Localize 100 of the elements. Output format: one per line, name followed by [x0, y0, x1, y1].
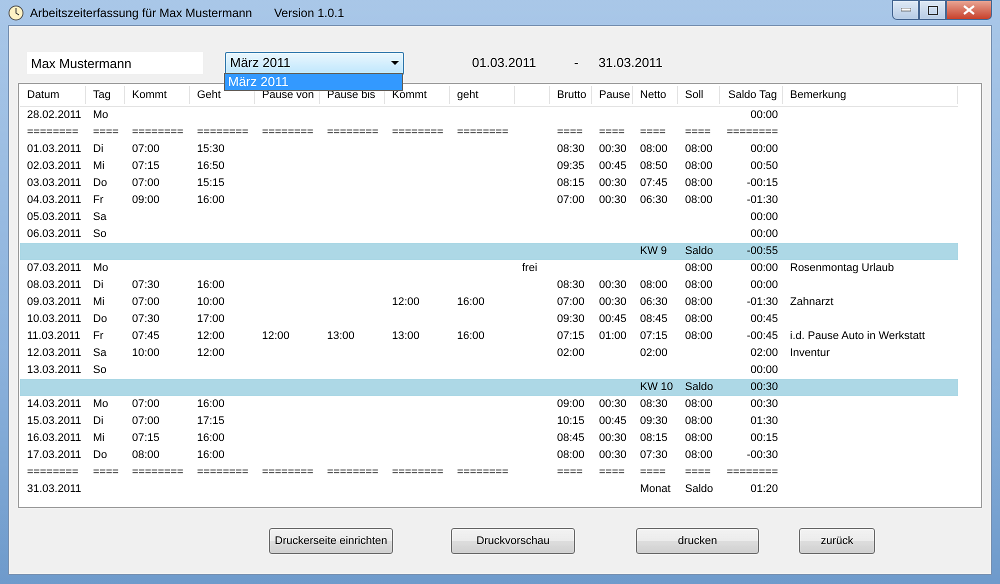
column-header[interactable]: Bemerkung: [790, 89, 846, 101]
table-cell: 08:45: [557, 432, 585, 444]
column-header[interactable]: Saldo Tag: [728, 89, 777, 101]
action-button[interactable]: Druckvorschau: [451, 528, 575, 554]
table-cell: 07:30: [132, 279, 160, 292]
table-cell: Do: [93, 313, 108, 326]
table-cell: ========: [262, 466, 314, 478]
table-cell: 00:45: [599, 415, 627, 428]
period-separator: -: [574, 54, 578, 72]
table-cell: 00:30: [599, 296, 627, 308]
window-title: Arbeitszeiterfassung für Max Mustermann: [30, 4, 252, 22]
table-cell: -01:30: [746, 194, 778, 206]
table-cell: 17.03.2011: [27, 449, 82, 462]
table-cell: 12.03.2011: [27, 347, 82, 360]
table-cell: 00:00: [750, 143, 778, 156]
table-cell: Mo: [93, 398, 108, 410]
table-cell: 07:00: [132, 415, 160, 428]
table-cell: ====: [557, 126, 583, 138]
table-cell: 17:00: [197, 313, 225, 326]
caret-icon: [391, 61, 399, 65]
table-cell: 12:00: [197, 330, 225, 342]
table-cell: 10:15: [557, 415, 585, 428]
table-cell: 06:30: [640, 296, 668, 308]
table-cell: ========: [132, 126, 184, 138]
table-cell: 15:30: [197, 143, 225, 156]
table-cell: 08.03.2011: [27, 279, 82, 292]
action-button[interactable]: Druckerseite einrichten: [269, 528, 393, 554]
column-header[interactable]: Kommt: [132, 89, 167, 101]
table-cell: 08:00: [685, 330, 713, 342]
table-cell: -00:30: [746, 449, 778, 462]
table-cell: 28.02.2011: [27, 109, 82, 122]
month-dropdown[interactable]: März 2011: [225, 52, 404, 74]
table-cell: 12:00: [262, 330, 290, 342]
table-cell: 08:45: [640, 313, 668, 326]
column-header[interactable]: Kommt: [392, 89, 427, 101]
employee-name-field[interactable]: Max Mustermann: [27, 52, 203, 74]
table-cell: ========: [327, 466, 378, 478]
table-cell: 08:00: [685, 449, 713, 462]
column-header[interactable]: Tag: [93, 89, 111, 101]
column-header[interactable]: Pause von: [262, 89, 314, 101]
table-cell: ====: [685, 466, 711, 478]
table-cell: ========: [197, 466, 248, 478]
table-cell: KW 10: [640, 381, 674, 394]
table-cell: 07:15: [132, 160, 160, 172]
column-header[interactable]: Pause: [599, 89, 630, 101]
table-cell: 00:15: [750, 432, 778, 444]
table-cell: Inventur: [790, 347, 830, 360]
table-cell: ========: [457, 126, 508, 138]
table-cell: 10:00: [197, 296, 225, 308]
table-cell: ========: [726, 466, 778, 478]
minimize-icon: [900, 8, 910, 12]
maximize-button[interactable]: [919, 0, 946, 20]
table-cell: 07:15: [557, 330, 585, 342]
table-cell: 08:30: [640, 398, 668, 410]
table-cell: Zahnarzt: [790, 296, 834, 308]
period-start-date: 01.03.2011: [472, 54, 536, 72]
action-button[interactable]: zurück: [799, 528, 875, 554]
table-cell: 01:00: [599, 330, 627, 342]
column-header[interactable]: Netto: [640, 89, 666, 101]
close-button[interactable]: [946, 0, 992, 20]
table-cell: 08:00: [685, 279, 713, 292]
action-button[interactable]: drucken: [636, 528, 759, 554]
table-cell: 08:00: [557, 449, 585, 462]
column-header[interactable]: Soll: [685, 89, 704, 101]
table-cell: 08:15: [557, 177, 585, 190]
column-header[interactable]: geht: [457, 89, 478, 101]
table-cell: 08:00: [685, 398, 713, 410]
table-cell: 00:30: [750, 381, 778, 394]
table-cell: 13:00: [327, 330, 355, 342]
table-cell: 01.03.2011: [27, 143, 82, 156]
table-cell: 05.03.2011: [27, 211, 82, 224]
table-cell: 07:30: [640, 449, 668, 462]
table-cell: 17:15: [197, 415, 225, 428]
table-cell: ====: [640, 126, 666, 138]
column-header[interactable]: Geht: [197, 89, 221, 101]
table-cell: 03.03.2011: [27, 177, 82, 190]
table-cell: 01:20: [750, 483, 778, 496]
table-cell: 04.03.2011: [27, 194, 82, 206]
table-cell: 07:00: [557, 296, 585, 308]
clock-icon: [8, 4, 24, 20]
table-cell: 12:00: [392, 296, 420, 308]
table-cell: 09:35: [557, 160, 585, 172]
column-header[interactable]: Datum: [27, 89, 60, 101]
table-cell: 08:30: [557, 279, 585, 292]
table-cell: 00:30: [599, 432, 627, 444]
maximize-icon: [928, 6, 938, 14]
table-cell: 00:30: [599, 177, 627, 190]
table-cell: Monat: [640, 483, 671, 496]
column-header[interactable]: Brutto: [557, 89, 586, 101]
table-cell: Rosenmontag Urlaub: [790, 262, 894, 274]
table-cell: -00:15: [746, 177, 778, 190]
table-cell: Do: [93, 449, 108, 462]
table-cell: Di: [93, 415, 104, 428]
table-cell: -01:30: [746, 296, 778, 308]
table-cell: 00:00: [750, 109, 778, 122]
table-cell: 08:00: [685, 194, 713, 206]
table-cell: i.d. Pause Auto in Werkstatt: [790, 330, 925, 342]
minimize-button[interactable]: [892, 0, 919, 20]
table-cell: ========: [262, 126, 314, 138]
table-cell: Mi: [93, 160, 105, 172]
